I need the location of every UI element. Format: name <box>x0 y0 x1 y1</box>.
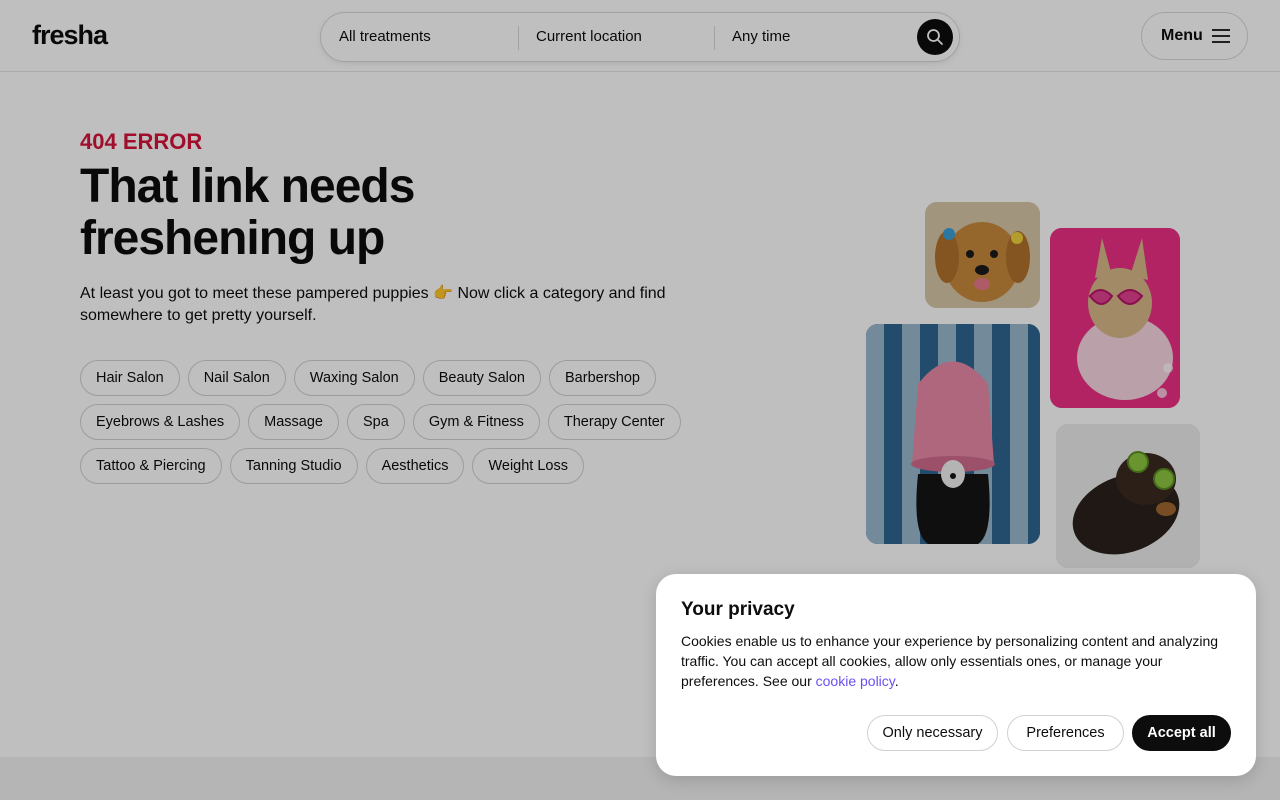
cookie-text: Cookies enable us to enhance your experi… <box>681 633 1219 689</box>
cookie-text-end: . <box>894 673 899 689</box>
cookie-policy-link[interactable]: cookie policy <box>816 673 895 689</box>
preferences-button[interactable]: Preferences <box>1007 715 1124 751</box>
accept-all-button[interactable]: Accept all <box>1132 715 1231 751</box>
cookie-description: Cookies enable us to enhance your experi… <box>681 631 1231 691</box>
cookie-title: Your privacy <box>681 599 795 620</box>
cookie-consent-dialog: Your privacy Cookies enable us to enhanc… <box>656 574 1256 776</box>
only-necessary-button[interactable]: Only necessary <box>867 715 998 751</box>
